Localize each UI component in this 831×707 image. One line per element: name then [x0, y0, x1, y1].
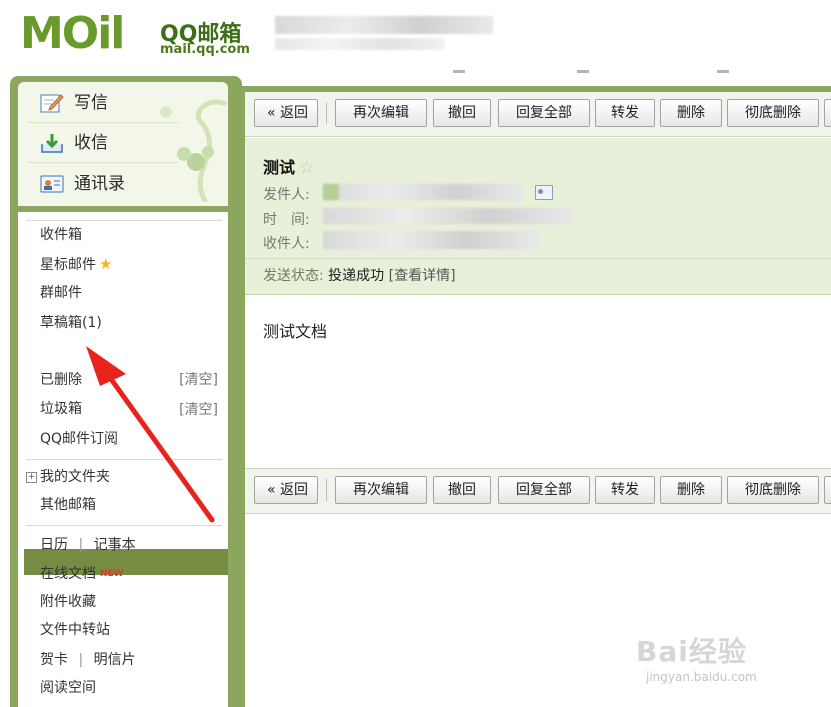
more-button[interactable] — [824, 476, 831, 504]
delete-permanently-button[interactable]: 彻底删除 — [727, 99, 819, 127]
back-button[interactable]: « 返回 — [254, 99, 318, 127]
star-outline-icon[interactable]: ☆ — [299, 158, 314, 178]
inbox-download-icon — [41, 134, 63, 153]
status-divider — [245, 258, 831, 259]
redacted-account-links — [275, 38, 445, 50]
notepad-link[interactable]: 记事本 — [94, 537, 136, 553]
redacted-account-info — [275, 16, 493, 34]
forward-button[interactable]: 转发 — [595, 99, 655, 127]
divider — [26, 525, 222, 526]
edit-again-button[interactable]: 再次编辑 — [335, 99, 427, 127]
clear-spam-link[interactable]: [清空] — [179, 398, 218, 422]
mail-toolbar-bottom: « 返回 再次编辑 撤回 回复全部 转发 删除 彻底删除 — [245, 468, 831, 514]
logo-mark: MOil — [20, 8, 125, 59]
top-header: MOil QQ邮箱 mail.qq.com — [0, 0, 831, 76]
contacts-button[interactable]: 通讯录 — [40, 167, 125, 201]
reply-all-button[interactable]: 回复全部 — [498, 99, 590, 127]
contacts-card-icon — [40, 175, 64, 193]
sender-label: 发件人: — [263, 187, 310, 203]
folder-group[interactable]: 群邮件 — [40, 281, 82, 305]
mail-toolbar-top: « 返回 再次编辑 撤回 回复全部 转发 删除 彻底删除 — [245, 92, 831, 137]
separator: | — [78, 652, 84, 668]
recall-button[interactable]: 撤回 — [433, 99, 491, 127]
other-mailboxes[interactable]: 其他邮箱 — [40, 493, 96, 517]
watermark-text: Bai经验 — [636, 635, 747, 668]
redacted-time — [323, 208, 573, 224]
divider — [26, 459, 222, 460]
time-label: 时 间: — [263, 212, 310, 228]
recall-button[interactable]: 撤回 — [433, 476, 491, 504]
folder-subscriptions[interactable]: QQ邮件订阅 — [40, 427, 118, 451]
receive-label: 收信 — [74, 133, 108, 153]
tools-row-cards: 贺卡 | 明信片 — [40, 648, 136, 672]
clear-deleted-link[interactable]: [清空] — [179, 368, 218, 392]
mail-body: 测试文档 — [263, 322, 328, 341]
recipient-label: 收件人: — [263, 236, 310, 252]
delivery-status: 发送状态: 投递成功 [查看详情] — [263, 265, 456, 285]
more-button[interactable] — [824, 99, 831, 127]
expand-plus-icon[interactable]: + — [26, 471, 37, 483]
mail-subject: 测试 ☆ — [263, 154, 314, 178]
new-badge: NEW — [100, 569, 124, 579]
reply-all-button[interactable]: 回复全部 — [498, 476, 590, 504]
baidu-jingyan-watermark: Bai经验 jingyan.baidu.com — [636, 616, 806, 696]
contacts-label: 通讯录 — [74, 174, 125, 194]
calendar-link[interactable]: 日历 — [40, 537, 68, 553]
file-transfer-link[interactable]: 文件中转站 — [40, 618, 110, 642]
forward-button[interactable]: 转发 — [595, 476, 655, 504]
folder-deleted[interactable]: 已删除 — [40, 368, 82, 392]
star-icon: ★ — [99, 255, 113, 273]
header-divider — [453, 70, 465, 73]
folder-starred[interactable]: 星标邮件 ★ — [40, 252, 112, 276]
logo-domain: mail.qq.com — [160, 42, 250, 57]
redacted-sender — [323, 184, 523, 200]
reading-space-link[interactable]: 阅读空间 — [40, 676, 96, 700]
delete-permanently-button[interactable]: 彻底删除 — [727, 476, 819, 504]
folder-list: 收件箱 星标邮件 ★ 群邮件 草稿箱(1) 已发送 已删除 [清空] 垃圾箱 [清… — [18, 212, 228, 707]
compose-icon — [40, 94, 64, 113]
toolbar-separator — [326, 102, 327, 124]
my-folders-toggle[interactable]: + 我的文件夹 — [26, 465, 110, 489]
receive-button[interactable]: 收信 — [40, 126, 108, 160]
my-folders-label: 我的文件夹 — [40, 469, 110, 485]
folder-drafts[interactable]: 草稿箱(1) — [40, 311, 102, 335]
view-details-link[interactable]: [查看详情] — [389, 268, 456, 284]
status-label: 发送状态: — [263, 268, 324, 284]
redacted-recipient — [323, 231, 538, 249]
status-value: 投递成功 — [328, 268, 385, 284]
header-divider — [577, 70, 589, 73]
folder-starred-label: 星标邮件 — [40, 257, 96, 273]
quick-actions-panel: 写信 收信 通讯录 — [18, 82, 228, 206]
compose-label: 写信 — [74, 93, 108, 113]
header-divider — [717, 70, 729, 73]
back-button[interactable]: « 返回 — [254, 476, 318, 504]
attachments-link[interactable]: 附件收藏 — [40, 590, 96, 614]
quick-action-divider — [28, 122, 178, 123]
quick-action-divider — [28, 162, 178, 163]
sender-avatar — [323, 184, 339, 200]
divider — [26, 220, 222, 221]
watermark-url: jingyan.baidu.com — [646, 670, 757, 684]
edit-again-button[interactable]: 再次编辑 — [335, 476, 427, 504]
folder-sent[interactable]: 已发送 — [40, 339, 82, 363]
subject-text: 测试 — [263, 158, 296, 177]
folder-inbox[interactable]: 收件箱 — [40, 223, 82, 247]
online-docs-label: 在线文档 — [40, 566, 96, 582]
tools-row-calendar: 日历 | 记事本 — [40, 533, 136, 557]
online-docs-link[interactable]: 在线文档 NEW — [40, 562, 124, 586]
separator: | — [78, 537, 84, 553]
folder-spam[interactable]: 垃圾箱 — [40, 397, 82, 421]
toolbar-separator — [326, 479, 327, 501]
mail-header: 测试 ☆ 发件人: 时 间: 收件人: 发送状态: 投递成功 [查看详情] — [245, 138, 831, 295]
delete-button[interactable]: 删除 — [660, 476, 722, 504]
greeting-card-link[interactable]: 贺卡 — [40, 652, 68, 668]
add-contact-icon[interactable] — [535, 185, 553, 200]
compose-button[interactable]: 写信 — [40, 86, 108, 120]
postcard-link[interactable]: 明信片 — [94, 652, 136, 668]
delete-button[interactable]: 删除 — [660, 99, 722, 127]
floral-decoration — [160, 99, 228, 202]
